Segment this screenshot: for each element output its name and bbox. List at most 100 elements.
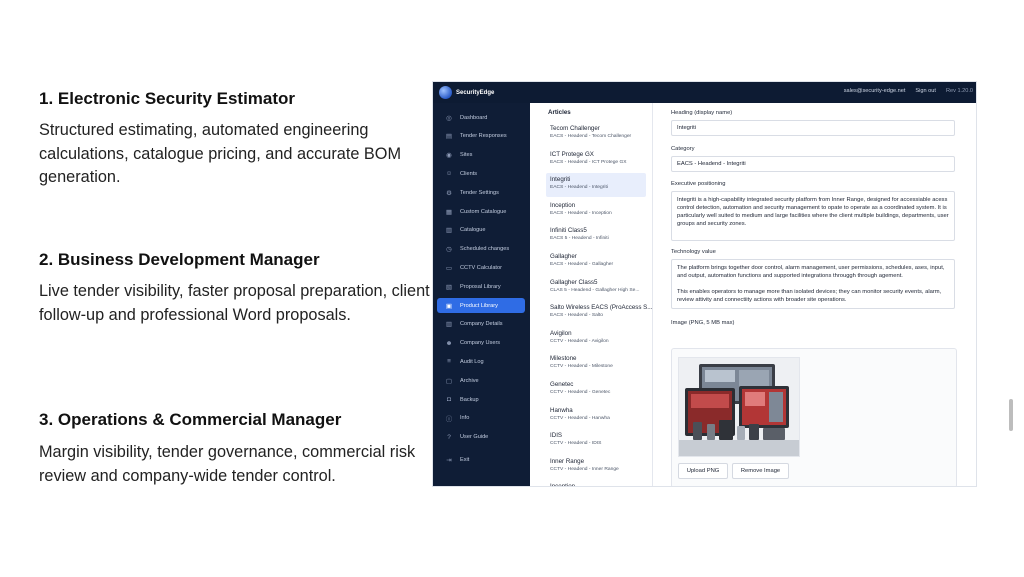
app-screenshot: SecurityEdge sales@security-edge.net Sig…: [432, 81, 977, 487]
sidebar-item-tender-responses[interactable]: ▤ Tender Responses: [437, 129, 525, 144]
guide-icon: ?: [447, 433, 451, 441]
sidebar-item-label: Dashboard: [460, 114, 488, 121]
article-item[interactable]: Inner Range CCTV - Headend - Inner Range: [546, 455, 646, 479]
sidebar-item-product-library[interactable]: ▣ Product Library: [437, 298, 525, 313]
article-name: Milestone: [550, 355, 577, 363]
article-category: EACS - Headend - Salto: [550, 313, 604, 319]
article-category: CCTV - Headend - Hanwha: [550, 415, 610, 421]
article-item[interactable]: Inception EACS - Headend - Inception: [546, 199, 646, 223]
article-item[interactable]: Infiniti Class5 EACS 5 - Headend - Infini…: [546, 224, 646, 248]
sidebar-item-audit-log[interactable]: ≡ Audit Log: [437, 354, 525, 369]
executive-positioning-textarea[interactable]: Integriti is a high-capability integrate…: [671, 191, 955, 241]
product-image: [678, 357, 800, 457]
article-category: CLAS 5 - Headend - Gallagher High Se...: [550, 287, 640, 293]
sidebar-item-info[interactable]: ⓘ Info: [437, 411, 525, 426]
section-description: Structured estimating, automated enginee…: [39, 121, 402, 186]
section-description: Live tender visibility, faster proposal …: [39, 282, 430, 324]
list-icon: ≡: [447, 358, 451, 366]
article-name: Gallagher Class5: [550, 278, 598, 286]
article-item[interactable]: Salto Wireless EACS (ProAccess S... EACS …: [546, 301, 652, 325]
sidebar-item-company-details[interactable]: ▥ Company Details: [437, 317, 525, 332]
sidebar-item-label: Backup: [460, 396, 479, 403]
article-item[interactable]: Inception: [546, 480, 646, 486]
article-item[interactable]: Gallagher Class5 CLAS 5 - Headend - Galla…: [546, 276, 646, 300]
sidebar-item-user-guide[interactable]: ? User Guide: [437, 430, 525, 445]
article-item[interactable]: Genetec CCTV - Headend - Genetec: [546, 378, 646, 402]
product-photo-icon: [679, 358, 799, 456]
article-item[interactable]: Integriti EACS - Headend - Integriti: [546, 173, 646, 198]
article-name: Infiniti Class5: [550, 227, 587, 235]
sidebar-item-label: Custom Catalogue: [460, 208, 507, 215]
settings-icon: ⚙: [446, 189, 452, 197]
image-label: Image (PNG, 5 MB max): [671, 320, 735, 326]
sidebar-item-dashboard[interactable]: ◎ Dashboard: [437, 110, 525, 125]
executive-positioning-label: Executive positioning: [671, 181, 726, 187]
upload-png-button[interactable]: Upload PNG: [678, 463, 728, 479]
camera-icon: ▭: [445, 264, 453, 272]
article-item[interactable]: Gallagher EACS - Headend - Gallagher: [546, 250, 646, 274]
article-category: EACS - Headend - ICT Protege GX: [550, 159, 627, 165]
page-scrollbar[interactable]: [1009, 399, 1013, 431]
category-input[interactable]: EACS - Headend - Integriti: [671, 156, 955, 172]
backup-icon: ◘: [447, 396, 451, 403]
article-item[interactable]: Milestone CCTV - Headend - Milestone: [546, 352, 646, 376]
heading-input[interactable]: Integriti: [671, 120, 955, 136]
sidebar-item-label: Archive: [460, 377, 479, 384]
sidebar-item-archive[interactable]: ▢ Archive: [437, 373, 525, 388]
sidebar-item-catalogue[interactable]: ▥ Catalogue: [437, 223, 525, 238]
article-name: Inner Range: [550, 457, 585, 465]
article-item[interactable]: ICT Protege GX EACS - Headend - ICT Prote…: [546, 148, 646, 172]
section-title: 1. Electronic Security Estimator: [39, 89, 296, 108]
article-item[interactable]: Tecom Challenger EACS - Headend - Tecom C…: [546, 122, 646, 146]
sidebar-item-label: Exit: [460, 456, 470, 463]
sidebar-item-label: Company Details: [460, 321, 503, 328]
dashboard-icon: ◎: [446, 114, 452, 122]
location-icon: ◉: [446, 152, 452, 160]
sidebar-item-proposal-library[interactable]: ▧ Proposal Library: [437, 279, 525, 294]
sidebar-item-clients[interactable]: ☺ Clients: [437, 166, 525, 181]
top-bar: SecurityEdge sales@security-edge.net Sig…: [433, 82, 976, 103]
article-category: EACS - Headend - Inception: [550, 210, 612, 216]
technology-value-textarea[interactable]: The platform brings together door contro…: [671, 259, 955, 309]
article-item[interactable]: Avigilon CCTV - Headend - Avigilon: [546, 327, 646, 351]
sidebar-item-label: Info: [460, 415, 470, 422]
sidebar-item-backup[interactable]: ◘ Backup: [437, 392, 525, 407]
sidebar-item-custom-catalogue[interactable]: ▦ Custom Catalogue: [437, 204, 525, 219]
article-name: ICT Protege GX: [550, 150, 594, 158]
brand-logo[interactable]: SecurityEdge: [439, 85, 494, 100]
sidebar-item-label: Tender Settings: [460, 189, 499, 196]
sidebar-item-label: Product Library: [460, 302, 498, 309]
article-category: CCTV - Headend - Avigilon: [550, 338, 609, 344]
heading-label: Heading (display name): [671, 110, 733, 116]
sidebar-item-tender-settings[interactable]: ⚙ Tender Settings: [437, 185, 525, 200]
sidebar-item-exit[interactable]: ⇥ Exit: [437, 452, 525, 467]
article-detail: Heading (display name) Integriti Categor…: [653, 103, 976, 486]
sidebar-item-sites[interactable]: ◉ Sites: [437, 148, 525, 163]
article-name: Genetec: [550, 381, 574, 388]
version-label: Rev 1.20.0: [945, 88, 973, 94]
catalogue-icon: ▦: [445, 208, 453, 216]
sidebar-item-label: Tender Responses: [460, 133, 507, 140]
sidebar-item-company-users[interactable]: ☻ Company Users: [437, 336, 525, 351]
article-item[interactable]: IDIS CCTV - Headend - IDIS: [546, 429, 646, 453]
book-icon: ▥: [445, 227, 453, 235]
sidebar-item-cctv-calculator[interactable]: ▭ CCTV Calculator: [437, 260, 525, 275]
sidebar-item-label: Clients: [460, 170, 478, 177]
article-item[interactable]: Hanwha CCTV - Headend - Hanwha: [546, 404, 646, 428]
technology-value-label: Technology value: [671, 249, 716, 255]
sign-out-link[interactable]: Sign out: [915, 88, 936, 94]
article-name: Avigilon: [550, 329, 572, 337]
article-category: CCTV - Headend - Milestone: [550, 364, 613, 370]
remove-image-button[interactable]: Remove Image: [732, 463, 789, 479]
section-title: 3. Operations & Commercial Manager: [39, 410, 342, 429]
library-icon: ▧: [445, 283, 453, 291]
sidebar-item-scheduled-changes[interactable]: ◷ Scheduled changes: [437, 242, 525, 257]
logo-icon: [439, 86, 452, 99]
article-category: CCTV - Headend - Inner Range: [550, 466, 619, 472]
sidebar-item-label: Sites: [460, 152, 473, 159]
brand-name: SecurityEdge: [456, 89, 495, 96]
clock-icon: ◷: [446, 246, 452, 254]
building-icon: ▥: [445, 321, 453, 329]
sidebar-item-label: Company Users: [460, 340, 501, 347]
sidebar-item-label: CCTV Calculator: [460, 264, 502, 271]
